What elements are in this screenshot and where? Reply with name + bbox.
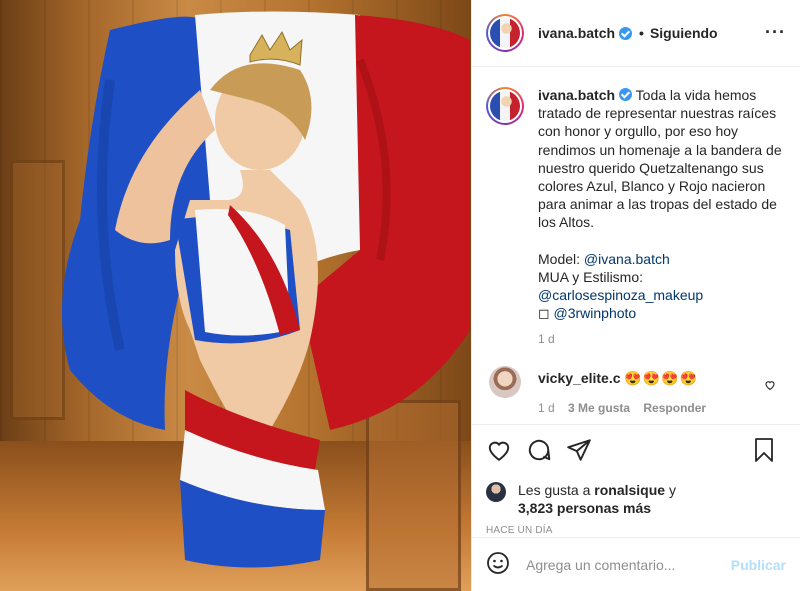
like-heart-icon[interactable] — [486, 437, 512, 463]
comment-item: vicky_elite.c 😍😍😍😍 1 d 3 Me gusta Respon… — [486, 366, 786, 415]
flag-dress-illustration — [62, 11, 470, 568]
more-icon[interactable]: ··· — [765, 22, 786, 43]
verified-badge-icon — [619, 88, 633, 101]
model-label: Model: — [538, 250, 584, 267]
emoji-icon[interactable] — [486, 551, 510, 578]
comment-likes[interactable]: 3 Me gusta — [568, 401, 630, 415]
post-comment-button[interactable]: Publicar — [731, 557, 786, 573]
following-button[interactable]: Siguiendo — [650, 25, 718, 41]
post-photo[interactable] — [0, 0, 471, 591]
post-actions: Les gusta a ronalsique y 3,823 personas … — [472, 424, 800, 536]
mua-label: MUA y Estilismo: — [538, 268, 644, 285]
avatar[interactable] — [486, 14, 524, 52]
share-send-icon[interactable] — [566, 437, 592, 463]
comment-input[interactable]: Agrega un comentario... — [526, 557, 731, 573]
post-header: ivana.batch • Siguiendo ··· — [472, 0, 800, 67]
comment-username[interactable]: vicky_elite.c — [538, 370, 621, 386]
likes-summary: Les gusta a ronalsique y 3,823 personas … — [486, 481, 786, 517]
liker-username[interactable]: ronalsique — [594, 482, 665, 498]
comment-like-heart-icon[interactable] — [764, 378, 776, 394]
comments-section: ivana.batch Toda la vida hemos tratado d… — [472, 68, 800, 424]
model-link[interactable]: @ivana.batch — [584, 251, 670, 267]
comment-avatar[interactable] — [489, 366, 521, 399]
add-comment-bar: Agrega un comentario... Publicar — [472, 537, 800, 591]
post-side-panel: ivana.batch • Siguiendo ··· ivana.batch … — [471, 0, 800, 591]
caption-body: Toda la vida hemos tratado de representa… — [538, 87, 782, 231]
header-username[interactable]: ivana.batch — [538, 25, 615, 41]
post-timestamp[interactable]: HACE UN DÍA — [486, 525, 786, 536]
reply-button[interactable]: Responder — [643, 401, 706, 415]
liker-avatar[interactable] — [486, 482, 506, 502]
bookmark-icon[interactable] — [752, 437, 776, 466]
likes-count[interactable]: 3,823 personas más — [518, 500, 651, 516]
likes-middle: y — [665, 482, 676, 498]
mua-link[interactable]: @carlosespinoza_makeup — [538, 286, 786, 304]
comment-time: 1 d — [538, 401, 555, 416]
caption-time: 1 d — [538, 332, 555, 347]
caption-avatar[interactable] — [486, 87, 524, 125]
camera-icon: ◻ — [538, 305, 554, 322]
likes-prefix: Les gusta a — [518, 482, 595, 498]
comment-bubble-icon[interactable] — [526, 437, 552, 463]
caption: ivana.batch Toda la vida hemos tratado d… — [486, 86, 786, 322]
comment-text: 😍😍😍😍 — [624, 370, 699, 387]
photographer-link[interactable]: @3rwinphoto — [554, 305, 637, 321]
separator-dot: • — [639, 25, 644, 41]
verified-badge-icon — [619, 26, 633, 40]
caption-username[interactable]: ivana.batch — [538, 87, 615, 103]
